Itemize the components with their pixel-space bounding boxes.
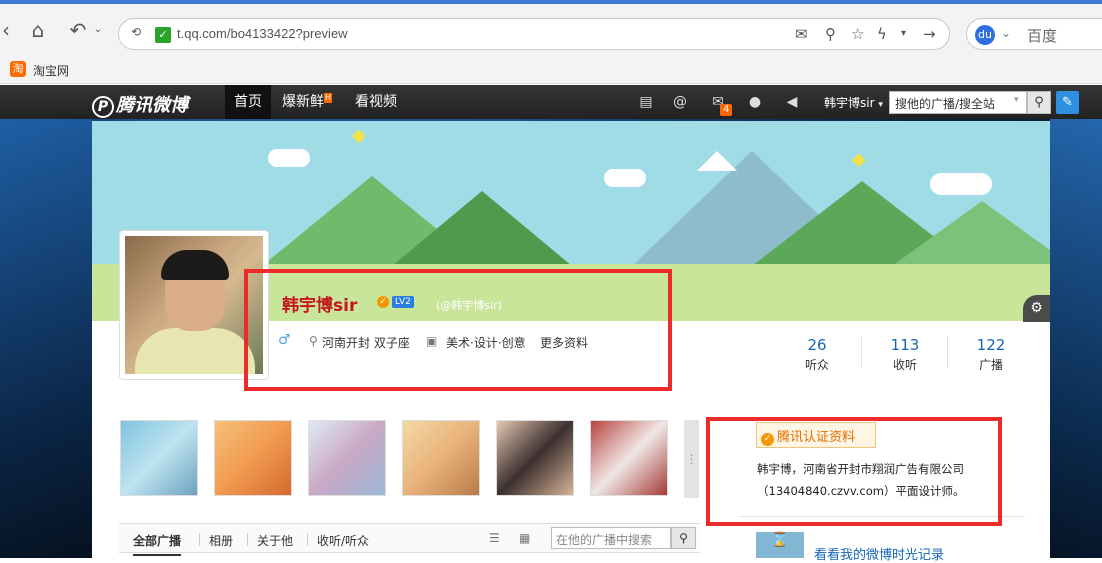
star-icon[interactable]: ☆ [851, 25, 864, 43]
mountain-graphic [392, 191, 572, 266]
search-engine-label: 百度 [1027, 27, 1058, 45]
stat-divider [947, 336, 948, 368]
dropdown-icon[interactable]: ▾ [901, 28, 906, 39]
nav-tab-home[interactable]: 首页 [225, 85, 271, 119]
nav-search-button[interactable]: ⚲ [1027, 91, 1051, 114]
logo-mark-icon: P [92, 96, 114, 118]
album-photo[interactable] [120, 420, 198, 496]
nav-tab-label: 爆新鲜 [282, 94, 324, 110]
chevron-down-icon[interactable]: ▾ [1014, 95, 1019, 105]
album-photo[interactable] [308, 420, 386, 496]
nav-search-input[interactable]: 搜他的广播/搜全站 ▾ [889, 91, 1027, 114]
weibo-nav: P 腾讯微博 首页 爆新鲜H 看视频 ▤ @ ✉ 4 ● ◀ 韩宇博sir ▾ 搜… [0, 85, 1102, 119]
background-right [1050, 119, 1102, 558]
logo-text: 腾讯微博 [116, 95, 188, 116]
refresh-icon[interactable]: ⟲ [131, 25, 141, 39]
tab-album[interactable]: 相册 [209, 532, 233, 549]
chevron-down-icon[interactable]: ⌄ [86, 18, 110, 42]
mail-count-badge: 4 [720, 104, 733, 116]
url-text[interactable]: t.qq.com/bo4133422?preview [177, 26, 348, 41]
browser-toolbar: ‹ ⌂ ↶ ⌄ ⟲ ✓ t.qq.com/bo4133422?preview ✉… [0, 0, 1102, 56]
taobao-icon[interactable]: 淘 [10, 61, 26, 77]
stat-number: 113 [890, 336, 920, 354]
search-icon: ⚲ [1034, 95, 1044, 110]
feed-search-input[interactable]: 在他的广播中搜索 [551, 527, 671, 549]
avatar-photo [125, 236, 263, 374]
at-icon[interactable]: @ [671, 93, 689, 111]
user-icon[interactable]: ● [746, 93, 764, 111]
mail-icon[interactable]: ✉ [795, 25, 808, 43]
stat-divider [861, 336, 862, 368]
stat-following[interactable]: 113 收听 [875, 336, 935, 373]
tab-divider [307, 533, 308, 546]
background-left [0, 119, 92, 558]
list-view-icon[interactable]: ☰ [489, 531, 500, 545]
stat-broadcasts[interactable]: 122 广播 [961, 336, 1021, 373]
search-icon: ⚲ [679, 531, 688, 545]
secure-check-icon: ✓ [155, 27, 171, 43]
tab-divider [247, 533, 248, 546]
stat-label: 广播 [978, 358, 1003, 372]
mountain-snow-graphic [697, 151, 737, 171]
go-arrow-icon[interactable]: → [923, 25, 936, 43]
album-photo[interactable] [590, 420, 668, 496]
calendar-icon[interactable]: ▦ [519, 531, 530, 545]
album-scroll-handle[interactable]: ⋮ [684, 420, 699, 498]
hot-badge: H [324, 93, 333, 103]
bookmark-taobao[interactable]: 淘宝网 [33, 62, 69, 79]
tab-following[interactable]: 收听/听众 [317, 532, 369, 549]
highlight-box [706, 417, 1002, 526]
bookmarks-bar: 淘 淘宝网 [0, 56, 1102, 84]
album-photo[interactable] [496, 420, 574, 496]
nav-tab-label: 看视频 [355, 94, 397, 110]
back-icon[interactable]: ‹ [0, 18, 18, 42]
cloud-graphic [268, 149, 310, 167]
feed-search-button[interactable]: ⚲ [671, 527, 696, 549]
stat-number: 122 [976, 336, 1006, 354]
nav-search-placeholder: 搜他的广播/搜全站 [895, 97, 996, 111]
edit-icon: ✎ [1062, 95, 1073, 110]
weibo-logo[interactable]: P 腾讯微博 [92, 91, 188, 118]
mountain-graphic [892, 201, 1050, 266]
feed-tab-bar: 全部广播 相册 关于他 收听/听众 ☰ ▦ 在他的广播中搜索 ⚲ [119, 523, 700, 556]
nav-tab-label: 首页 [234, 94, 262, 110]
notes-icon[interactable]: ▤ [637, 93, 655, 111]
search-engine-box[interactable]: du ⌄ 百度 [966, 18, 1102, 50]
chevron-down-icon[interactable]: ⌄ [1001, 26, 1011, 40]
album-photo[interactable] [402, 420, 480, 496]
home-icon[interactable]: ⌂ [26, 18, 50, 42]
pin-icon[interactable]: ⚲ [825, 25, 836, 43]
avatar-hair [161, 250, 229, 280]
speaker-icon[interactable]: ◀ [783, 93, 801, 111]
bird-graphic: ◆ [352, 125, 366, 146]
stat-number: 26 [807, 336, 827, 354]
album-photo[interactable] [214, 420, 292, 496]
stat-label: 收听 [892, 358, 917, 372]
stat-label: 听众 [804, 358, 829, 372]
nav-tab-fresh[interactable]: 爆新鲜H [273, 85, 341, 119]
stat-listeners[interactable]: 26 听众 [787, 336, 847, 373]
tab-all-broadcasts[interactable]: 全部广播 [133, 532, 182, 556]
baidu-paw-icon: du [975, 25, 995, 45]
tab-divider [199, 533, 200, 546]
nav-username[interactable]: 韩宇博sir ▾ [824, 94, 883, 111]
tab-about[interactable]: 关于他 [257, 532, 293, 549]
nav-username-label: 韩宇博sir [824, 96, 875, 110]
gear-icon[interactable]: ⚙ [1023, 295, 1050, 322]
timeline-link[interactable]: 看看我的微博时光记录 [814, 544, 944, 563]
chevron-down-icon: ▾ [878, 100, 883, 110]
address-bar[interactable]: ⟲ ✓ t.qq.com/bo4133422?preview ✉ ⚲ ☆ ϟ ▾… [118, 18, 950, 50]
highlight-box [244, 269, 672, 391]
nav-tab-video[interactable]: 看视频 [346, 85, 406, 119]
compose-button[interactable]: ✎ [1056, 91, 1079, 114]
lightning-icon[interactable]: ϟ [877, 25, 887, 43]
timeline-icon[interactable]: ⌛ [756, 532, 804, 558]
avatar-shirt [135, 328, 255, 374]
